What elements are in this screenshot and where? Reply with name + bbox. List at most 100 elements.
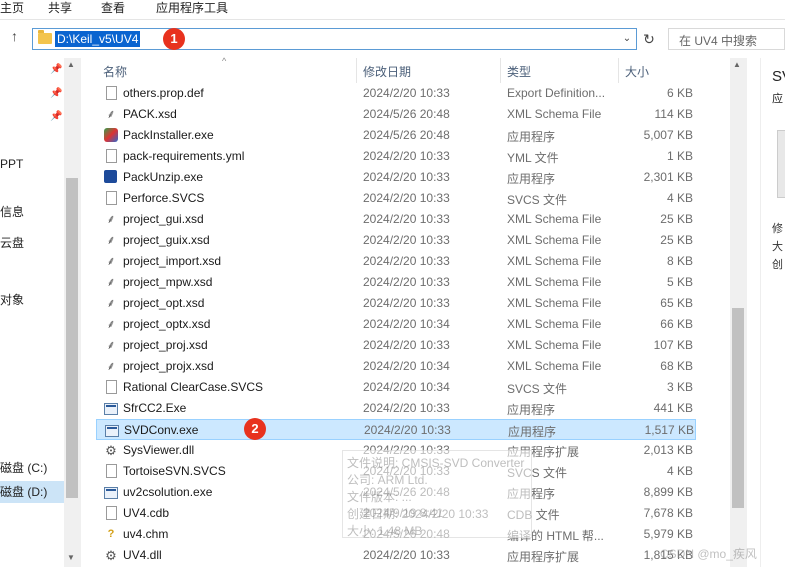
file-type: 应用程序 [508,425,557,439]
file-size: 1 KB [666,149,693,163]
nav-item-info[interactable]: 信息 [0,201,64,223]
file-row[interactable]: ⸙ project_guix.xsd 2024/2/20 10:33 XML Sche… [96,230,696,251]
address-path[interactable]: D:\Keil_v5\UV4 [55,31,141,47]
scroll-up-icon[interactable]: ▲ [733,60,741,69]
file-row[interactable]: others.prop.def 2024/2/20 10:33 Export Def… [96,83,696,104]
tooltip-line: 公司: ARM Ltd. [347,473,428,487]
file-type: Export Definition... [507,86,606,100]
file-row[interactable]: ⸙ project_projx.xsd 2024/2/20 10:34 XML Sch… [96,356,696,377]
column-type[interactable]: 类型 [507,63,531,80]
nav-item-ppt[interactable]: PPT [0,153,64,175]
file-row[interactable]: Rational ClearCase.SVCS 2024/2/20 10:34 SV… [96,377,696,398]
scroll-down-icon[interactable]: ▼ [67,553,75,562]
nav-item-cloud[interactable]: 云盘 [0,232,64,254]
file-row[interactable]: ⸙ project_mpw.xsd 2024/2/20 10:33 XML Schem… [96,272,696,293]
file-date: 2024/2/20 10:33 [363,275,450,289]
file-size: 68 KB [660,359,693,373]
file-type: XML Schema File [507,275,602,289]
file-size: 8,899 KB [643,485,693,499]
nav-item-objects[interactable]: 对象 [0,289,64,311]
file-row[interactable]: ⸙ PACK.xsd 2024/5/26 20:48 XML Schema File 1… [96,104,696,125]
file-name: others.prop.def [123,86,204,100]
nav-scroll-thumb[interactable] [66,178,78,498]
file-tooltip: 文件说明: CMSIS-SVD Converter 公司: ARM Ltd. 文… [342,450,532,538]
file-row[interactable]: ⚙ UV4.dll 2024/2/20 10:33 应用程序扩展 1,815 KB [96,545,696,566]
list-scroll-thumb[interactable] [732,308,744,508]
file-size: 2,013 KB [643,443,693,457]
file-size: 3 KB [666,380,693,394]
sort-up-icon: ^ [222,56,227,66]
file-row[interactable]: SfrCC2.Exe 2024/2/20 10:33 应用程序 441 KB [96,398,696,419]
pin-icon[interactable]: 📌 [50,111,62,122]
file-row[interactable]: ⸙ project_proj.xsd 2024/2/20 10:33 XML Sche… [96,335,696,356]
nav-scrollbar[interactable]: ▲ ▼ [64,58,81,567]
file-type: 应用程序扩展 [507,550,580,564]
nav-item-disk-d[interactable]: 磁盘 (D:) [0,481,64,503]
file-row[interactable]: ⸙ project_opt.xsd 2024/2/20 10:33 XML Schem… [96,293,696,314]
file-size: 66 KB [660,317,693,331]
tab-view[interactable]: 查看 [101,0,125,20]
column-size[interactable]: 大小 [625,63,649,80]
file-date: 2024/2/20 10:33 [363,233,450,247]
file-size: 441 KB [653,401,693,415]
file-row[interactable]: PackInstaller.exe 2024/5/26 20:48 应用程序 5,00… [96,125,696,146]
chevron-down-icon[interactable]: ⌄ [620,31,634,47]
dll-gear-icon: ⚙ [105,443,117,458]
tab-home[interactable]: 主页 [0,0,24,20]
file-type: 应用程序 [507,130,556,144]
file-row[interactable]: Perforce.SVCS 2024/2/20 10:33 SVCS 文件 4 KB [96,188,696,209]
up-arrow-icon[interactable]: ↑ [11,28,18,44]
file-date: 2024/2/20 10:33 [363,149,450,163]
document-icon [106,506,117,520]
file-row[interactable]: ⸙ project_optx.xsd 2024/2/20 10:34 XML Sche… [96,314,696,335]
file-name: project_import.xsd [123,254,222,268]
document-icon [106,464,117,478]
search-input[interactable]: 在 UV4 中搜索 [668,28,785,50]
file-name: UV4.dll [123,548,162,562]
column-name[interactable]: 名称 [103,63,127,80]
file-date: 2024/2/20 10:33 [363,254,450,268]
column-header: ^ 名称 修改日期 类型 大小 [96,56,730,83]
address-bar[interactable]: D:\Keil_v5\UV4 ⌄ [32,28,637,50]
tab-app-tools[interactable]: 应用程序工具 [156,0,228,20]
file-type: SVCS 文件 [507,193,568,207]
file-name: pack-requirements.yml [123,149,245,163]
file-size: 7,678 KB [643,506,693,520]
file-date: 2024/2/20 10:33 [363,170,450,184]
annotation-badge-2: 2 [244,418,266,440]
file-date: 2024/2/20 10:33 [363,86,450,100]
exe-icon [104,487,118,499]
column-date[interactable]: 修改日期 [363,63,411,80]
file-size: 114 KB [654,107,693,121]
pack-installer-icon [104,128,118,142]
watermark: CSDN @mo_疾风 [660,547,757,561]
details-title: SVD [772,68,785,85]
nav-item-disk-c[interactable]: 磁盘 (C:) [0,457,64,479]
exe-icon [104,403,118,415]
file-row[interactable]: pack-requirements.yml 2024/2/20 10:33 YML … [96,146,696,167]
pin-icon[interactable]: 📌 [50,88,62,99]
search-placeholder: 在 UV4 中搜索 [679,34,758,48]
details-line: 修 [772,223,783,235]
xsd-schema-icon: ⸙ [106,233,116,247]
list-scrollbar[interactable]: ▲ [730,58,747,567]
file-name: Rational ClearCase.SVCS [123,380,264,394]
file-row[interactable]: SVDConv.exe 2024/2/20 10:33 应用程序 1,517 KB [96,419,696,440]
scroll-up-icon[interactable]: ▲ [67,60,75,69]
tab-share[interactable]: 共享 [48,0,72,20]
pin-icon[interactable]: 📌 [50,64,62,75]
details-line: 大 [772,241,783,253]
tooltip-line: 创建日期: 2024/2/20 10:33 [347,507,489,521]
file-name: project_mpw.xsd [123,275,213,289]
file-row[interactable]: PackUnzip.exe 2024/2/20 10:33 应用程序 2,301 KB [96,167,696,188]
file-type: 应用程序 [507,403,556,417]
file-name: project_projx.xsd [123,359,214,373]
file-date: 2024/2/20 10:33 [363,212,450,226]
file-name: PackUnzip.exe [123,170,204,184]
file-name: SysViewer.dll [123,443,195,457]
file-row[interactable]: ⸙ project_gui.xsd 2024/2/20 10:33 XML Schem… [96,209,696,230]
file-size: 5,979 KB [643,527,693,541]
refresh-icon[interactable]: ↻ [640,28,658,50]
file-row[interactable]: ⸙ project_import.xsd 2024/2/20 10:33 XML Sc… [96,251,696,272]
chm-help-icon: ? [107,528,115,540]
